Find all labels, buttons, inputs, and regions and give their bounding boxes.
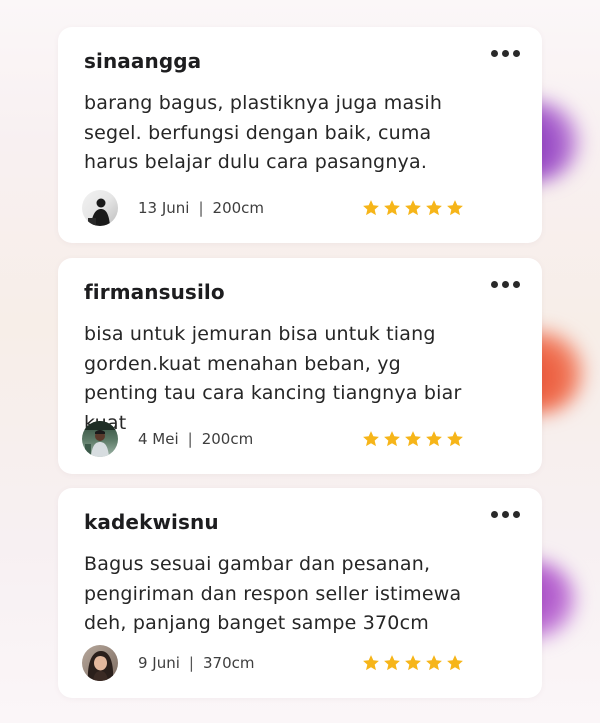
meta-separator: | — [198, 199, 204, 217]
review-card: sinaangga barang bagus, plastiknya juga … — [58, 27, 542, 243]
more-options-icon[interactable] — [491, 511, 520, 518]
reviewer-username: kadekwisnu — [84, 510, 219, 534]
review-meta: 9 Juni | 370cm — [138, 654, 254, 672]
reviewer-username: firmansusilo — [84, 280, 225, 304]
star-icon — [363, 655, 379, 671]
meta-separator: | — [188, 654, 194, 672]
review-footer: 4 Mei | 200cm — [82, 420, 464, 458]
star-rating — [362, 430, 464, 448]
review-meta: 4 Mei | 200cm — [138, 430, 253, 448]
reviewer-username: sinaangga — [84, 49, 202, 73]
review-date: 4 Mei — [138, 430, 179, 448]
star-icon — [405, 655, 421, 671]
avatar[interactable] — [82, 190, 118, 226]
avatar[interactable] — [82, 645, 118, 681]
star-icon — [447, 200, 463, 216]
star-icon — [447, 431, 463, 447]
star-icon — [405, 200, 421, 216]
review-text: barang bagus, plastiknya juga masih sege… — [84, 92, 443, 173]
review-footer: 13 Juni | 200cm — [82, 189, 464, 227]
star-icon — [405, 431, 421, 447]
review-footer: 9 Juni | 370cm — [82, 644, 464, 682]
star-icon — [447, 655, 463, 671]
meta-separator: | — [187, 430, 193, 448]
review-text: Bagus sesuai gambar dan pesanan, pengiri… — [84, 553, 462, 634]
star-icon — [363, 200, 379, 216]
star-icon — [363, 431, 379, 447]
star-icon — [384, 655, 400, 671]
star-icon — [426, 200, 442, 216]
star-rating — [362, 199, 464, 217]
star-icon — [384, 431, 400, 447]
star-rating — [362, 654, 464, 672]
review-date: 13 Juni — [138, 199, 190, 217]
product-size: 370cm — [202, 654, 255, 672]
review-card: firmansusilo bisa untuk jemuran bisa unt… — [58, 258, 542, 474]
star-icon — [426, 431, 442, 447]
avatar[interactable] — [82, 421, 118, 457]
more-options-icon[interactable] — [491, 50, 520, 57]
product-size: 200cm — [201, 430, 254, 448]
product-size: 200cm — [212, 199, 265, 217]
star-icon — [384, 200, 400, 216]
review-date: 9 Juni — [138, 654, 180, 672]
star-icon — [426, 655, 442, 671]
more-options-icon[interactable] — [491, 281, 520, 288]
review-card: kadekwisnu Bagus sesuai gambar dan pesan… — [58, 488, 542, 698]
review-meta: 13 Juni | 200cm — [138, 199, 264, 217]
